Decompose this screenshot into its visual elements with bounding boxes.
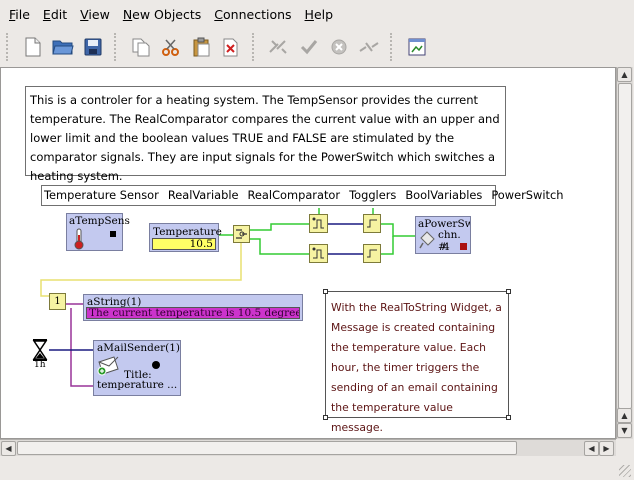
disconnect-icon	[356, 34, 382, 60]
toggler-icon	[312, 217, 324, 229]
thermometer-icon	[74, 228, 84, 250]
bool-variable-icon	[367, 219, 377, 228]
toolbar-grip[interactable]	[6, 33, 12, 61]
vertical-scroll-thumb[interactable]	[618, 83, 632, 409]
timer-block[interactable]: 1h	[31, 339, 49, 371]
toolbar-grip[interactable]	[390, 33, 396, 61]
bool-variable-upper[interactable]	[363, 214, 381, 233]
temp-sensor-widget[interactable]: aTempSens	[66, 213, 130, 251]
save-icon[interactable]	[80, 34, 106, 60]
resize-grip-icon[interactable]	[619, 465, 631, 477]
header-label: BoolVariables	[405, 188, 483, 202]
output-port[interactable]	[110, 231, 116, 237]
properties-icon[interactable]	[404, 34, 430, 60]
delete-icon[interactable]	[218, 34, 244, 60]
menu-file[interactable]: File	[4, 7, 35, 22]
header-label: RealComparator	[247, 188, 341, 202]
resize-handle[interactable]	[506, 415, 511, 420]
a-string-widget[interactable]: aString(1) The current temperature is 10…	[83, 294, 303, 321]
resize-handle[interactable]	[506, 289, 511, 294]
header-label: RealVariable	[167, 188, 239, 202]
real-comparator-block[interactable]	[233, 225, 250, 243]
temperature-value-field[interactable]: 10.5	[152, 238, 216, 250]
bool-variable-lower[interactable]	[363, 244, 381, 263]
scroll-left-button-right[interactable]: ◀	[584, 441, 599, 456]
scroll-right-button[interactable]: ▶	[599, 441, 614, 456]
note-box[interactable]: With the RealToString Widget, a Message …	[325, 291, 509, 434]
power-switch-indicator	[460, 243, 467, 250]
power-switch-channel-value: 4	[443, 241, 450, 253]
resize-handle[interactable]	[323, 415, 328, 420]
a-string-value-field[interactable]: The current temperature is 10.5 degrees.	[86, 307, 300, 319]
scroll-up-button-lower[interactable]: ▲	[617, 408, 632, 423]
paste-icon[interactable]	[188, 34, 214, 60]
mail-sender-widget[interactable]: aMailSender(1) Title: temperature ...	[93, 340, 181, 396]
header-label: Togglers	[349, 188, 397, 202]
to-string-block[interactable]: 1	[49, 293, 66, 310]
component-header-row[interactable]: Temperature Sensor RealVariable RealCompar…	[41, 185, 563, 206]
toggler-icon	[312, 247, 324, 259]
menu-view[interactable]: View	[75, 7, 115, 22]
temp-sensor-title: aTempSens	[69, 215, 130, 227]
toolbar	[0, 28, 634, 66]
horizontal-scrollbar[interactable]: ◀ ◀ ▶	[0, 439, 616, 456]
status-bar	[0, 456, 634, 480]
hourglass-icon	[32, 339, 48, 361]
cut-icon[interactable]	[158, 34, 184, 60]
vertical-scrollbar[interactable]: ▲ ▲ ▼	[616, 67, 633, 439]
resize-handle[interactable]	[323, 289, 328, 294]
copy-icon[interactable]	[128, 34, 154, 60]
connect-icon	[266, 34, 292, 60]
toggler-lower[interactable]	[309, 244, 328, 263]
mail-sender-title-value: temperature ...	[97, 379, 178, 391]
description-box[interactable]: This is a controler for a heating system…	[25, 86, 506, 183]
menu-new-objects[interactable]: New Objects	[118, 7, 206, 22]
scroll-left-button[interactable]: ◀	[1, 441, 16, 456]
header-label: Temperature Sensor	[44, 188, 159, 202]
mail-sender-input-port[interactable]	[152, 361, 160, 369]
scroll-up-button[interactable]: ▲	[617, 67, 632, 82]
header-label: PowerSwitch	[491, 188, 564, 202]
power-switch-widget[interactable]: aPowerSwi chn. # 4	[415, 216, 471, 254]
diagram-canvas[interactable]: This is a controler for a heating system…	[0, 67, 616, 439]
menu-help[interactable]: Help	[300, 7, 339, 22]
toolbar-grip[interactable]	[252, 33, 258, 61]
scroll-down-button[interactable]: ▼	[617, 423, 632, 438]
menu-bar: File Edit View New Objects Connections H…	[0, 0, 634, 28]
open-folder-icon[interactable]	[50, 34, 76, 60]
bool-variable-icon	[367, 249, 377, 258]
envelope-icon	[97, 356, 119, 376]
menu-connections[interactable]: Connections	[209, 7, 296, 22]
toolbar-grip[interactable]	[114, 33, 120, 61]
new-file-icon[interactable]	[20, 34, 46, 60]
horizontal-scroll-thumb[interactable]	[17, 441, 517, 455]
menu-edit[interactable]: Edit	[38, 7, 72, 22]
check-icon	[296, 34, 322, 60]
timer-label: 1h	[34, 360, 46, 370]
toggler-upper[interactable]	[309, 214, 328, 233]
comparator-icon	[236, 229, 247, 239]
temperature-variable-widget[interactable]: Temperature 10.5	[149, 223, 222, 252]
scroll-corner	[616, 439, 634, 456]
plug-icon	[419, 231, 435, 249]
mail-sender-title: aMailSender(1)	[97, 342, 180, 354]
cancel-icon	[326, 34, 352, 60]
temperature-variable-title: Temperature	[153, 226, 222, 238]
